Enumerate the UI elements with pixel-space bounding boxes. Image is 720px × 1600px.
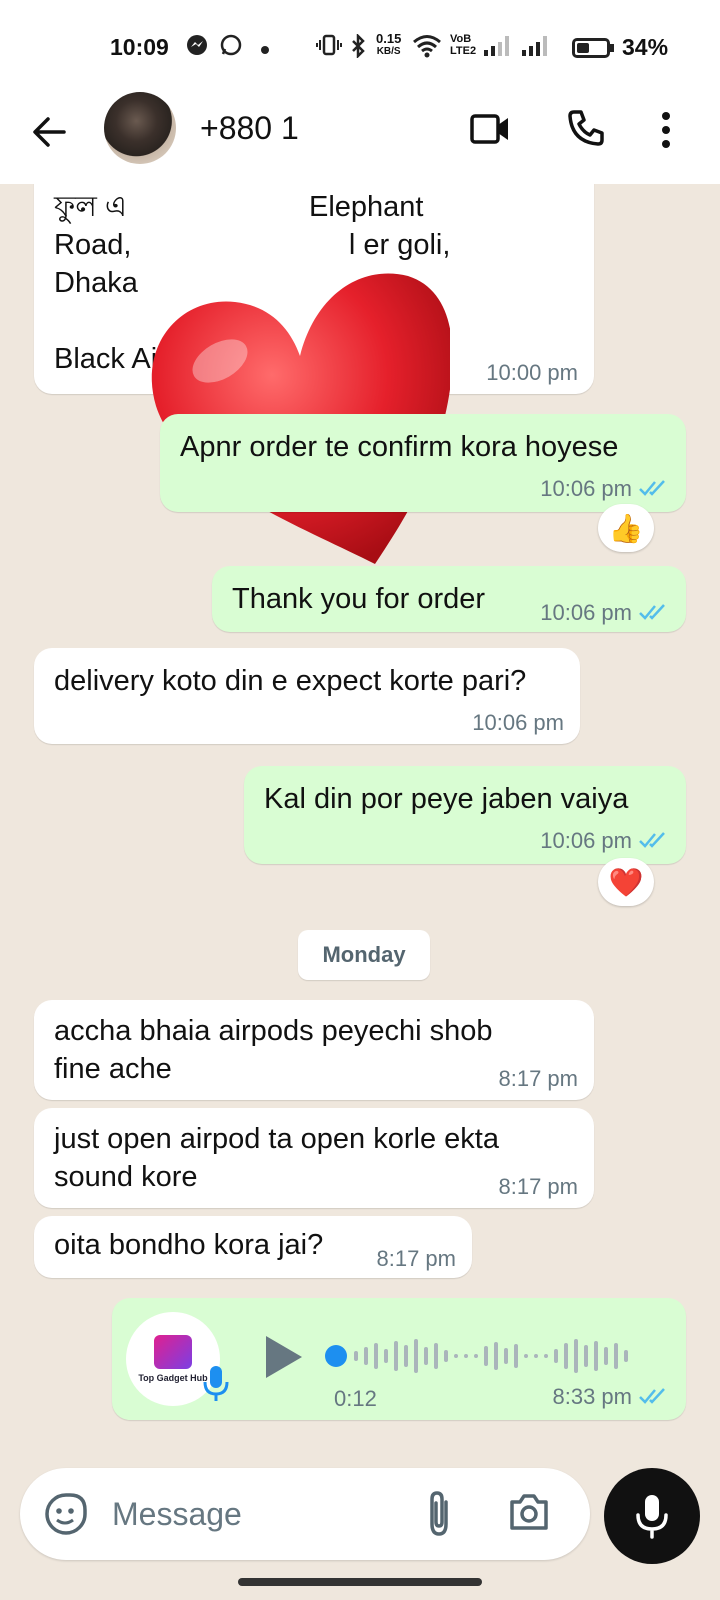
data-rate-value: 0.15 xyxy=(376,31,402,46)
battery-tip xyxy=(610,44,614,52)
waveform-bar xyxy=(444,1350,448,1362)
network-label-bottom: LTE2 xyxy=(450,45,477,57)
vibrate-icon xyxy=(316,34,342,62)
waveform-bar xyxy=(614,1343,618,1369)
data-rate: 0.15 KB/S xyxy=(376,32,401,58)
signal-icon-sim1 xyxy=(484,36,509,56)
message-time: 8:33 pm xyxy=(552,1384,633,1409)
voice-call-icon[interactable] xyxy=(566,108,606,153)
waveform-bar xyxy=(484,1346,488,1366)
waveform-bar xyxy=(414,1339,418,1373)
waveform-bar xyxy=(524,1354,528,1358)
attach-paperclip-icon[interactable] xyxy=(424,1490,454,1543)
more-options-icon[interactable] xyxy=(660,110,672,155)
waveform-bar xyxy=(434,1343,438,1369)
message-composer xyxy=(20,1468,590,1560)
read-ticks-icon xyxy=(639,480,665,496)
waveform-bar xyxy=(394,1341,398,1371)
sticker-emoji-icon[interactable] xyxy=(44,1492,88,1541)
message-text: just open airpod ta open korle ekta soun… xyxy=(54,1123,499,1193)
message-time: 10:06 pm xyxy=(540,600,632,625)
waveform-bar xyxy=(354,1351,358,1361)
battery-percent: 34% xyxy=(622,34,669,60)
status-bar: 10:09 0.15 KB/S VoB LTE2 34% xyxy=(0,0,720,92)
message-bubble-outgoing[interactable]: Apnr order te confirm kora hoyese 10:06 … xyxy=(160,414,686,512)
waveform-bar xyxy=(494,1342,498,1370)
message-bubble-incoming[interactable]: just open airpod ta open korle ekta soun… xyxy=(34,1108,594,1208)
waveform-bar xyxy=(574,1339,578,1373)
waveform-bar xyxy=(544,1354,548,1358)
message-bubble-incoming[interactable]: oita bondho kora jai? 8:17 pm xyxy=(34,1216,472,1278)
message-text: Kal din por peye jaben vaiya xyxy=(264,783,629,815)
message-time: 10:00 pm xyxy=(486,360,578,385)
contact-avatar[interactable] xyxy=(104,92,176,164)
dot-icon xyxy=(260,38,270,61)
wifi-icon xyxy=(412,34,442,64)
message-input[interactable] xyxy=(112,1488,402,1540)
whatsapp-icon xyxy=(220,34,242,62)
message-bubble-outgoing[interactable]: Thank you for order 10:06 pm xyxy=(212,566,686,632)
messenger-icon xyxy=(186,34,208,62)
video-call-icon[interactable] xyxy=(470,112,510,151)
message-bubble-incoming[interactable]: delivery koto din e expect korte pari? 1… xyxy=(34,648,580,744)
network-label-top: VoB xyxy=(450,33,472,45)
waveform-bar xyxy=(594,1341,598,1371)
chat-header: +880 1 xyxy=(0,92,720,184)
battery-icon xyxy=(572,38,610,58)
waveform-bar xyxy=(604,1347,608,1365)
message-time: 8:17 pm xyxy=(498,1066,579,1091)
waveform-bar xyxy=(364,1347,368,1365)
contact-name[interactable]: +880 1 xyxy=(200,110,299,147)
waveform-bar xyxy=(384,1349,388,1363)
waveform-bar xyxy=(464,1354,468,1358)
waveform-bar xyxy=(474,1354,478,1358)
reaction-thumbs-up[interactable]: 👍 xyxy=(598,504,654,552)
message-text: Apnr order te confirm kora hoyese xyxy=(180,431,619,463)
waveform-bar xyxy=(454,1354,458,1358)
play-icon[interactable] xyxy=(262,1334,304,1380)
signal-icon-sim2 xyxy=(522,36,547,56)
read-ticks-icon xyxy=(639,832,665,848)
voice-message-bubble[interactable]: Top Gadget Hub 0:12 8:33 pm xyxy=(112,1298,686,1420)
read-ticks-icon xyxy=(639,604,665,620)
message-time: 10:06 pm xyxy=(472,710,564,735)
waveform-bar xyxy=(424,1347,428,1365)
day-separator: Monday xyxy=(298,930,430,980)
read-ticks-icon xyxy=(639,1388,665,1404)
voice-record-button[interactable] xyxy=(604,1468,700,1564)
message-bubble-incoming[interactable]: accha bhaia airpods peyechi shob fine ac… xyxy=(34,1000,594,1100)
waveform-bar xyxy=(554,1349,558,1363)
message-text: delivery koto din e expect korte pari? xyxy=(54,665,527,697)
chat-area[interactable]: ফুল এ Elephant Road, l er goli, Dhaka Bl… xyxy=(0,184,720,1460)
voice-duration: 0:12 xyxy=(334,1386,377,1411)
message-text: accha bhaia airpods peyechi shob fine ac… xyxy=(54,1015,493,1085)
message-time: 10:06 pm xyxy=(540,476,632,501)
home-indicator[interactable] xyxy=(238,1578,482,1586)
message-bubble-outgoing[interactable]: Kal din por peye jaben vaiya 10:06 pm xyxy=(244,766,686,864)
voice-logo-text: Top Gadget Hub xyxy=(138,1373,208,1383)
waveform-bar xyxy=(584,1345,588,1367)
waveform-bar xyxy=(534,1354,538,1358)
waveform-bar xyxy=(504,1348,508,1364)
mic-icon xyxy=(636,1495,668,1539)
shopping-bag-logo-icon xyxy=(154,1335,192,1369)
waveform-bar xyxy=(514,1344,518,1368)
waveform-bar xyxy=(374,1343,378,1369)
message-time: 8:17 pm xyxy=(376,1246,457,1271)
waveform-bar xyxy=(624,1350,628,1362)
message-time: 10:06 pm xyxy=(540,828,632,853)
camera-icon[interactable] xyxy=(508,1492,550,1537)
reaction-heart[interactable]: ❤️ xyxy=(598,858,654,906)
message-time: 8:17 pm xyxy=(498,1174,579,1199)
bluetooth-icon xyxy=(350,32,366,64)
status-time: 10:09 xyxy=(110,34,169,60)
back-arrow-icon[interactable] xyxy=(28,110,72,154)
network-label: VoB LTE2 xyxy=(450,33,476,57)
audio-waveform[interactable] xyxy=(324,1334,644,1378)
waveform-bar xyxy=(564,1343,568,1369)
mic-icon xyxy=(203,1366,229,1401)
waveform-bar xyxy=(404,1345,408,1367)
data-rate-unit: KB/S xyxy=(376,46,401,57)
